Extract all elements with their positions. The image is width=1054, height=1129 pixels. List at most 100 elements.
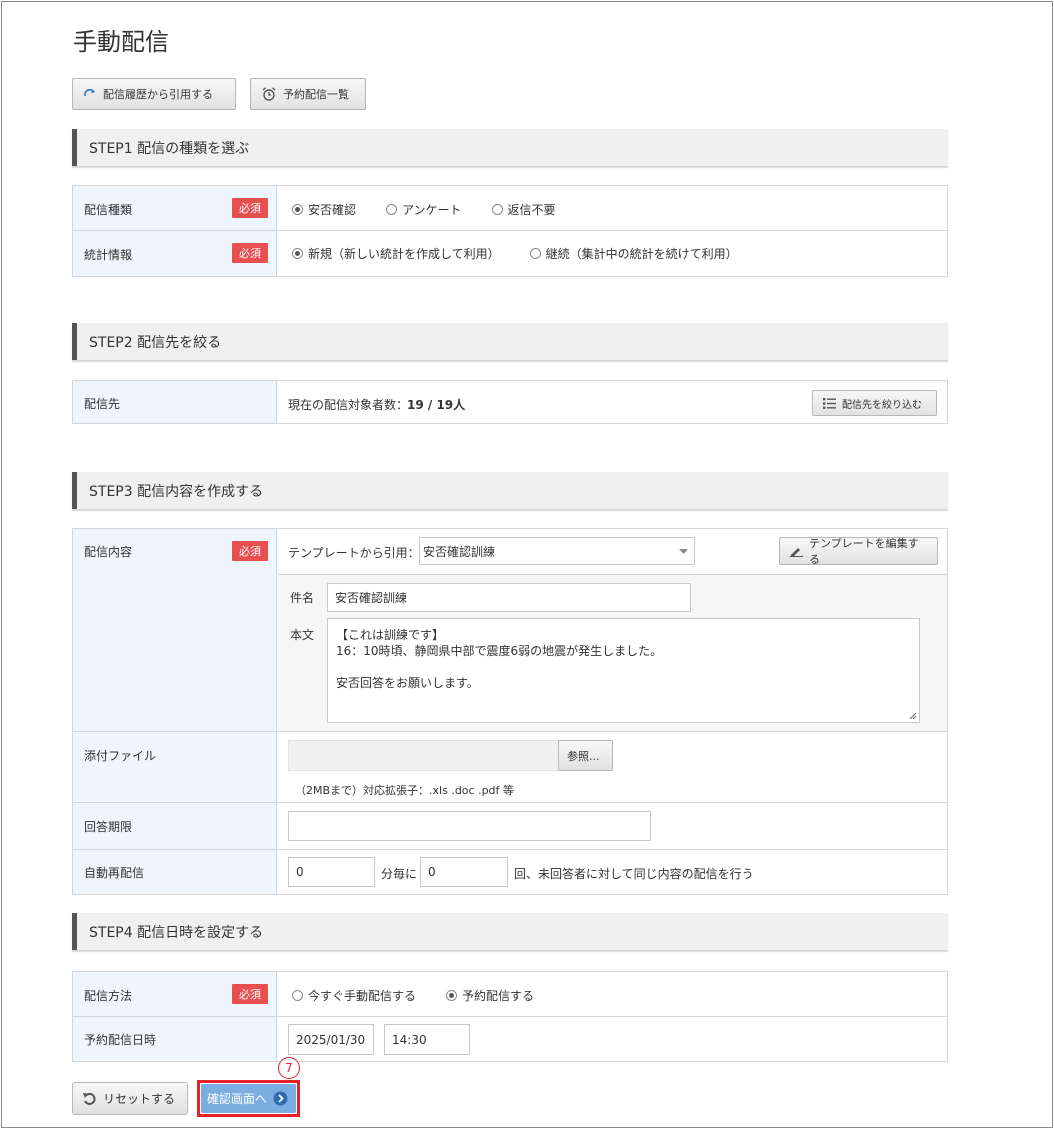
radio-dot	[446, 990, 458, 1001]
radio-stats-new[interactable]: 新規（新しい統計を作成して利用）	[292, 245, 500, 262]
resend-interval-value: 0	[296, 865, 304, 879]
required-badge: 必須	[232, 198, 268, 218]
step4-table: 配信方法 必須 今すぐ手動配信する 予約配信する 予約配信日時 2025/01/…	[72, 971, 948, 1062]
reset-label: リセットする	[103, 1092, 176, 1106]
body-line: 安否回答をお願いします。	[336, 676, 479, 690]
stats-info-row: 統計情報 必須 新規（新しい統計を作成して利用） 継続（集計中の統計を続けて利用…	[73, 231, 947, 276]
radio-no-reply[interactable]: 返信不要	[491, 201, 556, 218]
delivery-type-row: 配信種類 必須 安否確認 アンケート 返信不要	[73, 186, 947, 231]
radio-scheduled[interactable]: 予約配信する	[446, 987, 534, 1004]
stats-radios: 新規（新しい統計を作成して利用） 継続（集計中の統計を続けて利用）	[292, 245, 738, 262]
subject-value: 安否確認訓練	[335, 591, 408, 605]
browse-button[interactable]: 参照...	[558, 740, 613, 771]
step1-header: STEP1 配信の種類を選ぶ	[72, 129, 948, 166]
confirm-button[interactable]: 確認画面へ	[201, 1084, 296, 1113]
body-line: 【これは訓練です】	[336, 628, 445, 642]
radio-label: 新規（新しい統計を作成して利用）	[308, 247, 500, 261]
page-title: 手動配信	[73, 28, 169, 56]
browse-label: 参照...	[567, 749, 600, 763]
destination-row: 配信先 現在の配信対象者数： 19 / 19人 配信先を絞り込む	[73, 381, 947, 423]
deadline-label: 回答期限	[84, 820, 133, 834]
radio-label: 返信不要	[507, 203, 556, 217]
attachment-label-cell: 添付ファイル	[73, 732, 277, 802]
stats-info-label: 統計情報	[84, 248, 133, 262]
attachment-label: 添付ファイル	[84, 749, 157, 763]
body-label: 本文	[290, 628, 315, 642]
radio-dot	[292, 248, 303, 259]
reset-icon	[83, 1092, 96, 1105]
auto-resend-label-cell: 自動再配信	[73, 850, 277, 894]
radio-dot	[292, 204, 303, 215]
step3-table: 配信内容 必須 テンプレートから引用： 安否確認訓練 テンプレートを編集する 件…	[72, 528, 948, 895]
chevron-down-icon	[679, 549, 688, 554]
reserved-list-label: 予約配信一覧	[283, 88, 349, 101]
date-input[interactable]: 2025/01/30	[288, 1024, 374, 1055]
template-select-value: 安否確認訓練	[423, 544, 496, 559]
scheduled-datetime-row: 予約配信日時 2025/01/30 14:30	[73, 1017, 947, 1061]
filter-destination-button[interactable]: 配信先を絞り込む	[812, 390, 937, 416]
stats-info-label-cell: 統計情報 必須	[73, 231, 277, 276]
radio-send-now[interactable]: 今すぐ手動配信する	[292, 987, 416, 1004]
attachment-row: 添付ファイル 参照... （2MBまで）対応拡張子：.xls .doc .pdf…	[73, 732, 947, 803]
file-path-field[interactable]	[288, 740, 559, 771]
auto-resend-row: 自動再配信 0 分毎に 0 回、未回答者に対して同じ内容の配信を行う	[73, 850, 947, 894]
radio-stats-continue[interactable]: 継続（集計中の統計を続けて利用）	[529, 245, 738, 262]
reserved-list-button[interactable]: 予約配信一覧	[250, 78, 366, 110]
reset-button[interactable]: リセットする	[72, 1082, 188, 1115]
resend-interval-input[interactable]: 0	[288, 857, 375, 887]
destination-label: 配信先	[84, 397, 121, 411]
resend-count-input[interactable]: 0	[420, 857, 508, 887]
destination-label-cell: 配信先	[73, 381, 277, 423]
required-badge: 必須	[232, 243, 268, 263]
resize-handle-icon[interactable]	[909, 712, 917, 720]
radio-dot	[491, 204, 503, 215]
scheduled-datetime-label-cell: 予約配信日時	[73, 1017, 277, 1061]
edit-template-button[interactable]: テンプレートを編集する	[779, 537, 938, 566]
content-label: 配信内容	[84, 545, 133, 559]
step2-title: STEP2 配信先を絞る	[89, 334, 222, 351]
radio-label: 今すぐ手動配信する	[308, 989, 417, 1003]
recipient-count: 19 / 19人	[407, 398, 466, 412]
template-prefix: テンプレートから引用：	[288, 546, 420, 560]
chevron-right-circle-icon	[273, 1091, 288, 1106]
list-icon	[823, 397, 836, 409]
resend-count-suffix: 回、未回答者に対して同じ内容の配信を行う	[514, 867, 754, 881]
radio-safety-check[interactable]: 安否確認	[292, 201, 356, 218]
required-badge: 必須	[232, 984, 268, 1004]
subject-input[interactable]: 安否確認訓練	[327, 583, 691, 612]
alarm-clock-icon	[262, 87, 276, 101]
delivery-type-label-cell: 配信種類 必須	[73, 186, 277, 230]
step2-header: STEP2 配信先を絞る	[72, 323, 948, 360]
step4-header: STEP4 配信日時を設定する	[72, 913, 948, 950]
delivery-method-row: 配信方法 必須 今すぐ手動配信する 予約配信する	[73, 972, 947, 1017]
step4-title: STEP4 配信日時を設定する	[89, 924, 264, 941]
callout-number-badge: 7	[278, 1057, 300, 1079]
resend-interval-suffix: 分毎に	[381, 867, 418, 881]
step2-table: 配信先 現在の配信対象者数： 19 / 19人 配信先を絞り込む	[72, 380, 948, 424]
template-select[interactable]: 安否確認訓練	[419, 537, 695, 565]
resend-count-value: 0	[428, 865, 436, 879]
radio-survey[interactable]: アンケート	[386, 201, 462, 218]
time-value: 14:30	[392, 1032, 427, 1047]
quote-history-button[interactable]: 配信履歴から引用する	[72, 78, 236, 110]
body-textarea[interactable]: 【これは訓練です】 16：10時頃、静岡県中部で震度6弱の地震が発生しました。 …	[327, 618, 920, 723]
auto-resend-label: 自動再配信	[84, 866, 145, 880]
delivery-method-radios: 今すぐ手動配信する 予約配信する	[292, 987, 534, 1004]
time-input[interactable]: 14:30	[384, 1024, 470, 1055]
radio-label: 安否確認	[308, 203, 357, 217]
subject-label: 件名	[290, 591, 315, 605]
radio-label: 継続（集計中の統計を続けて利用）	[545, 247, 738, 261]
recipient-count-prefix: 現在の配信対象者数：	[288, 398, 409, 412]
refresh-icon	[83, 88, 95, 97]
body-line: 16：10時頃、静岡県中部で震度6弱の地震が発生しました。	[336, 644, 663, 658]
quote-history-label: 配信履歴から引用する	[103, 88, 213, 101]
step3-title: STEP3 配信内容を作成する	[89, 483, 264, 500]
required-badge: 必須	[232, 541, 268, 561]
deadline-input[interactable]	[288, 811, 651, 841]
step3-header: STEP3 配信内容を作成する	[72, 472, 948, 509]
delivery-type-label: 配信種類	[84, 203, 133, 217]
step1-table: 配信種類 必須 安否確認 アンケート 返信不要 統計情報 必須 新規（新しい統計…	[72, 185, 948, 277]
step1-title: STEP1 配信の種類を選ぶ	[89, 140, 250, 157]
confirm-label: 確認画面へ	[207, 1092, 268, 1106]
delivery-type-radios: 安否確認 アンケート 返信不要	[292, 201, 556, 218]
